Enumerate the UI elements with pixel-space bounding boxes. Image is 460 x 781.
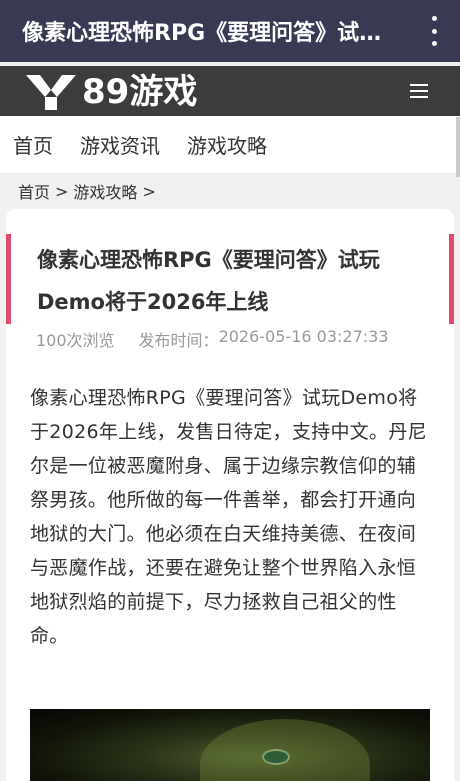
- nav-item-home[interactable]: 首页: [13, 130, 53, 159]
- article-title: 像素心理恐怖RPG《要理问答》试玩Demo将于2026年上线: [37, 248, 380, 314]
- breadcrumb-separator: >: [55, 181, 69, 201]
- y-logo-icon: [26, 75, 76, 110]
- scrollbar[interactable]: [456, 117, 460, 177]
- breadcrumb-section[interactable]: 游戏攻略: [73, 179, 137, 203]
- breadcrumb: 首页 > 游戏攻略 >: [18, 179, 161, 203]
- article-image: [30, 709, 430, 781]
- site-logo-text: 89游戏: [82, 72, 198, 112]
- breadcrumb-separator: >: [142, 181, 156, 201]
- site-header: 89游戏: [0, 66, 460, 116]
- published-date: 2026-05-16 03:27:33: [218, 327, 389, 346]
- nav-item-news[interactable]: 游戏资讯: [80, 130, 160, 159]
- article-body: 像素心理恐怖RPG《要理问答》试玩Demo将于2026年上线，发售日待定，支持中…: [30, 387, 427, 647]
- hamburger-icon[interactable]: [410, 84, 428, 98]
- nav-item-guides[interactable]: 游戏攻略: [187, 130, 267, 159]
- breadcrumb-home[interactable]: 首页: [18, 179, 50, 203]
- article-card: 像素心理恐怖RPG《要理问答》试玩Demo将于2026年上线 100次浏览 发布…: [6, 209, 454, 781]
- app-title-bar: 像素心理恐怖RPG《要理问答》试玩Demo将于2026年上线: [0, 0, 460, 62]
- window-title: 像素心理恐怖RPG《要理问答》试玩Demo将于2026年上线: [22, 21, 392, 46]
- view-count: 100次浏览: [36, 331, 115, 350]
- title-accent-right: [449, 234, 454, 324]
- site-logo[interactable]: 89游戏: [26, 72, 197, 112]
- title-accent-left: [6, 234, 11, 324]
- published-label: 发布时间：: [138, 331, 219, 350]
- article-meta: 100次浏览 发布时间： 2026-05-16 03:27:33: [36, 327, 389, 351]
- more-options-icon[interactable]: [422, 16, 446, 46]
- main-nav: 首页 游戏资讯 游戏攻略: [0, 116, 460, 174]
